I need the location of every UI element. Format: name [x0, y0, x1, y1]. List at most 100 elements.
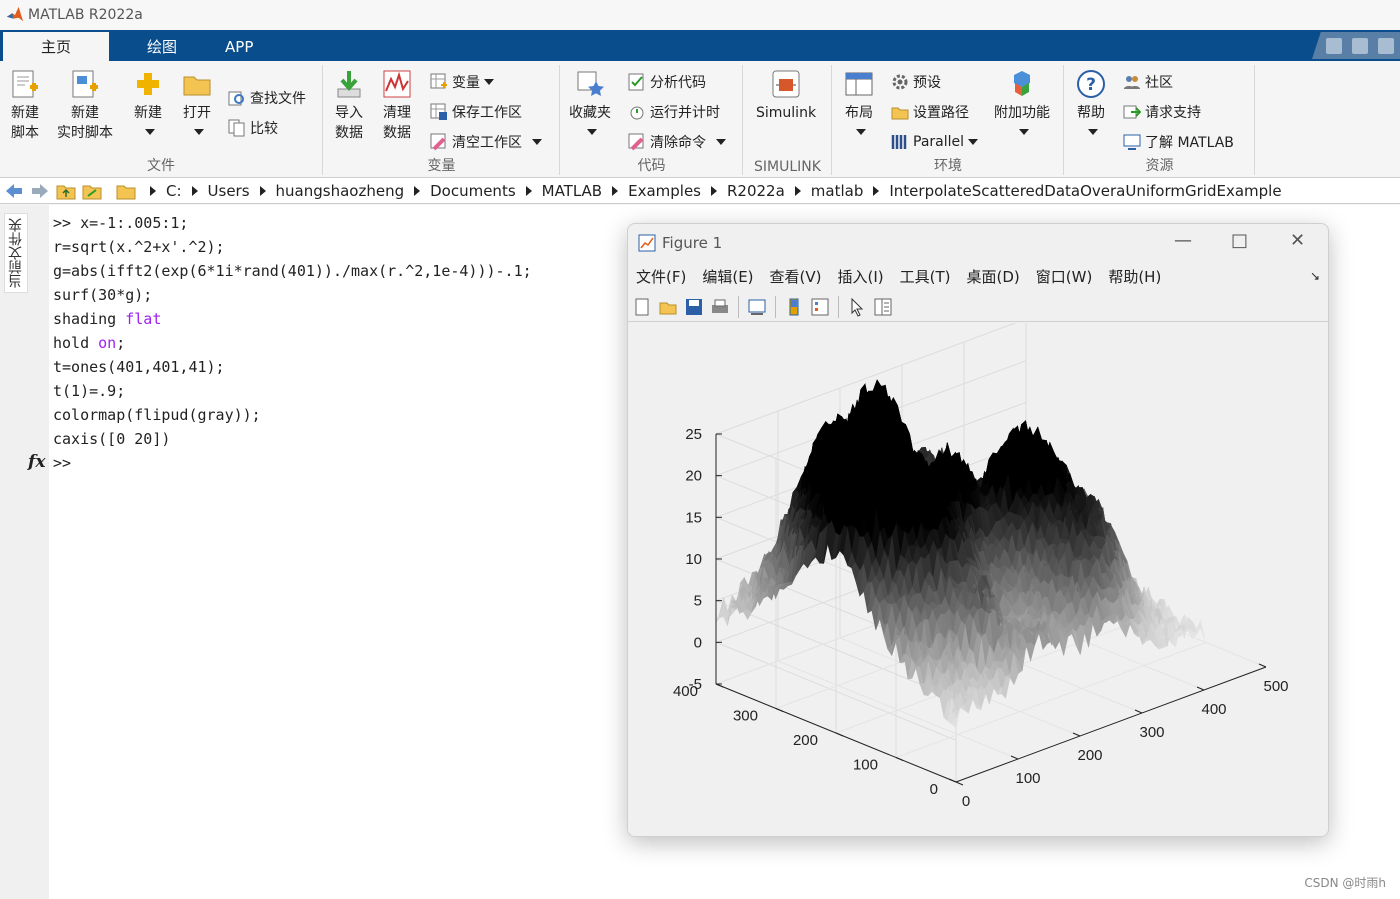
favorites-button[interactable]: 收藏夹	[569, 69, 611, 135]
property-inspector-icon[interactable]	[873, 297, 893, 317]
menu-help[interactable]: 帮助(H)	[1108, 266, 1161, 287]
cut-icon[interactable]	[1352, 37, 1368, 54]
tab-apps[interactable]: APP	[215, 32, 291, 61]
path-segment[interactable]: matlab	[811, 182, 864, 200]
clean-data-button[interactable]: 清理 数据	[382, 69, 412, 143]
current-folder-path-bar: C: Users huangshaozheng Documents MATLAB…	[0, 178, 1400, 204]
open-file-icon[interactable]	[658, 297, 678, 317]
path-segment[interactable]: R2022a	[727, 182, 785, 200]
x-tick-label: 300	[1139, 724, 1164, 741]
layout-icon	[845, 72, 873, 96]
path-segment[interactable]: C:	[166, 182, 182, 200]
command-prompt[interactable]: >>	[53, 454, 71, 472]
x-tick-mark	[1072, 732, 1081, 737]
path-segment[interactable]: Documents	[430, 182, 516, 200]
tab-plots[interactable]: 绘图	[109, 32, 215, 61]
figure-toolbar	[628, 292, 1328, 322]
variable-button[interactable]: 变量	[430, 71, 494, 93]
preferences-button[interactable]: 预设	[891, 71, 941, 93]
find-files-button[interactable]: 查找文件	[228, 87, 306, 109]
maximize-icon[interactable]: □	[1231, 230, 1248, 251]
new-figure-icon[interactable]	[632, 297, 652, 317]
run-and-time-button[interactable]: 运行并计时	[628, 101, 720, 123]
parallel-button[interactable]: Parallel	[891, 131, 979, 153]
group-simulink: Simulink SIMULINK	[744, 65, 832, 175]
plot-area[interactable]: 25 20 15 10 5 0 -5 400 300 200 100 0 0 100 200 300 400…	[628, 318, 1328, 837]
new-live-script-icon	[72, 70, 98, 98]
current-folder-tab[interactable]: 当前文件夹	[4, 213, 28, 293]
pointer-icon[interactable]	[847, 297, 867, 317]
path-segment[interactable]: Examples	[628, 182, 701, 200]
path-segment[interactable]: InterpolateScatteredDataOveraUniformGrid…	[889, 182, 1281, 200]
group-file: 新建 脚本 新建 实时脚本 新建 打开 查找文件 比较 文件	[0, 65, 323, 175]
menu-file[interactable]: 文件(F)	[636, 266, 686, 287]
open-button[interactable]: 打开	[182, 69, 212, 135]
find-files-icon	[228, 91, 244, 106]
z-tick-label: 0	[694, 634, 702, 651]
browse-folder-icon[interactable]	[82, 182, 102, 200]
help-icon: ?	[1077, 70, 1105, 98]
path-segment[interactable]: Users	[208, 182, 250, 200]
menu-edit[interactable]: 编辑(E)	[702, 266, 753, 287]
colorbar-icon[interactable]	[784, 297, 804, 317]
analyze-code-button[interactable]: 分析代码	[628, 71, 706, 93]
path-segment[interactable]: MATLAB	[542, 182, 602, 200]
forward-arrow-icon[interactable]	[30, 182, 50, 200]
help-button[interactable]: ? 帮助	[1076, 69, 1106, 135]
back-arrow-icon[interactable]	[4, 182, 24, 200]
y-tick-label: 100	[853, 757, 878, 774]
app-title: MATLAB R2022a	[28, 7, 143, 23]
addons-icon	[1014, 71, 1030, 96]
minimize-icon[interactable]: —	[1174, 230, 1192, 251]
command-line: surf(30*g);	[53, 286, 153, 304]
new-script-button[interactable]: 新建 脚本	[10, 69, 40, 143]
legend-icon[interactable]	[810, 297, 830, 317]
menu-window[interactable]: 窗口(W)	[1036, 266, 1093, 287]
close-icon[interactable]: ✕	[1290, 230, 1305, 251]
import-data-button[interactable]: 导入 数据	[334, 69, 364, 143]
new-button[interactable]: 新建	[133, 69, 163, 135]
clear-workspace-button[interactable]: 清空工作区	[430, 131, 542, 153]
figure-window[interactable]: Figure 1 — □ ✕ 文件(F) 编辑(E) 查看(V) 插入(I) 工…	[627, 223, 1329, 837]
group-label-simulink: SIMULINK	[754, 159, 821, 175]
set-path-button[interactable]: 设置路径	[891, 101, 969, 123]
dropdown-arrow-icon	[587, 129, 597, 135]
menu-insert[interactable]: 插入(I)	[838, 266, 884, 287]
menu-tools[interactable]: 工具(T)	[900, 266, 951, 287]
request-support-button[interactable]: 请求支持	[1123, 101, 1201, 123]
learn-matlab-button[interactable]: 了解 MATLAB	[1123, 131, 1234, 153]
save-icon[interactable]	[1326, 37, 1342, 54]
community-button[interactable]: 社区	[1123, 71, 1173, 93]
group-code: 收藏夹 分析代码 运行并计时 清除命令 代码	[561, 65, 743, 175]
menu-view[interactable]: 查看(V)	[770, 266, 822, 287]
link-plot-icon[interactable]	[747, 297, 767, 317]
folder-open-icon	[183, 76, 211, 96]
print-icon[interactable]	[710, 297, 730, 317]
group-variable: 导入 数据 清理 数据 变量 保存工作区 清空工作区 变量	[324, 65, 560, 175]
path-separator-icon	[414, 185, 421, 196]
surface-plot[interactable]: 2520151050-5 4003002001000 0100200300400…	[628, 318, 1328, 837]
save-workspace-button[interactable]: 保存工作区	[430, 101, 522, 123]
dock-arrow-icon[interactable]: ↘	[1310, 269, 1320, 283]
compare-button[interactable]: 比较	[228, 117, 278, 139]
save-figure-icon[interactable]	[684, 297, 704, 317]
new-live-script-button[interactable]: 新建 实时脚本	[57, 69, 113, 143]
community-icon	[1124, 76, 1140, 89]
fx-icon[interactable]: fx	[28, 452, 45, 472]
ribbon-tabbar: 主页 绘图 APP	[0, 30, 1400, 61]
clear-commands-button[interactable]: 清除命令	[628, 131, 726, 153]
y-tick-label: 400	[673, 683, 698, 700]
quick-access-toolbar	[1312, 32, 1400, 59]
copy-icon[interactable]	[1378, 37, 1394, 54]
x-tick-label: 0	[962, 793, 970, 810]
layout-button[interactable]: 布局	[844, 69, 874, 135]
path-separator-icon	[259, 185, 266, 196]
up-folder-icon[interactable]	[56, 182, 76, 200]
parallel-icon	[891, 135, 907, 149]
analyze-code-icon	[628, 73, 644, 91]
tab-home[interactable]: 主页	[3, 32, 110, 61]
menu-desktop[interactable]: 桌面(D)	[967, 266, 1020, 287]
simulink-button[interactable]: Simulink	[756, 69, 816, 123]
addons-button[interactable]: 附加功能	[994, 69, 1050, 135]
path-segment[interactable]: huangshaozheng	[276, 182, 405, 200]
